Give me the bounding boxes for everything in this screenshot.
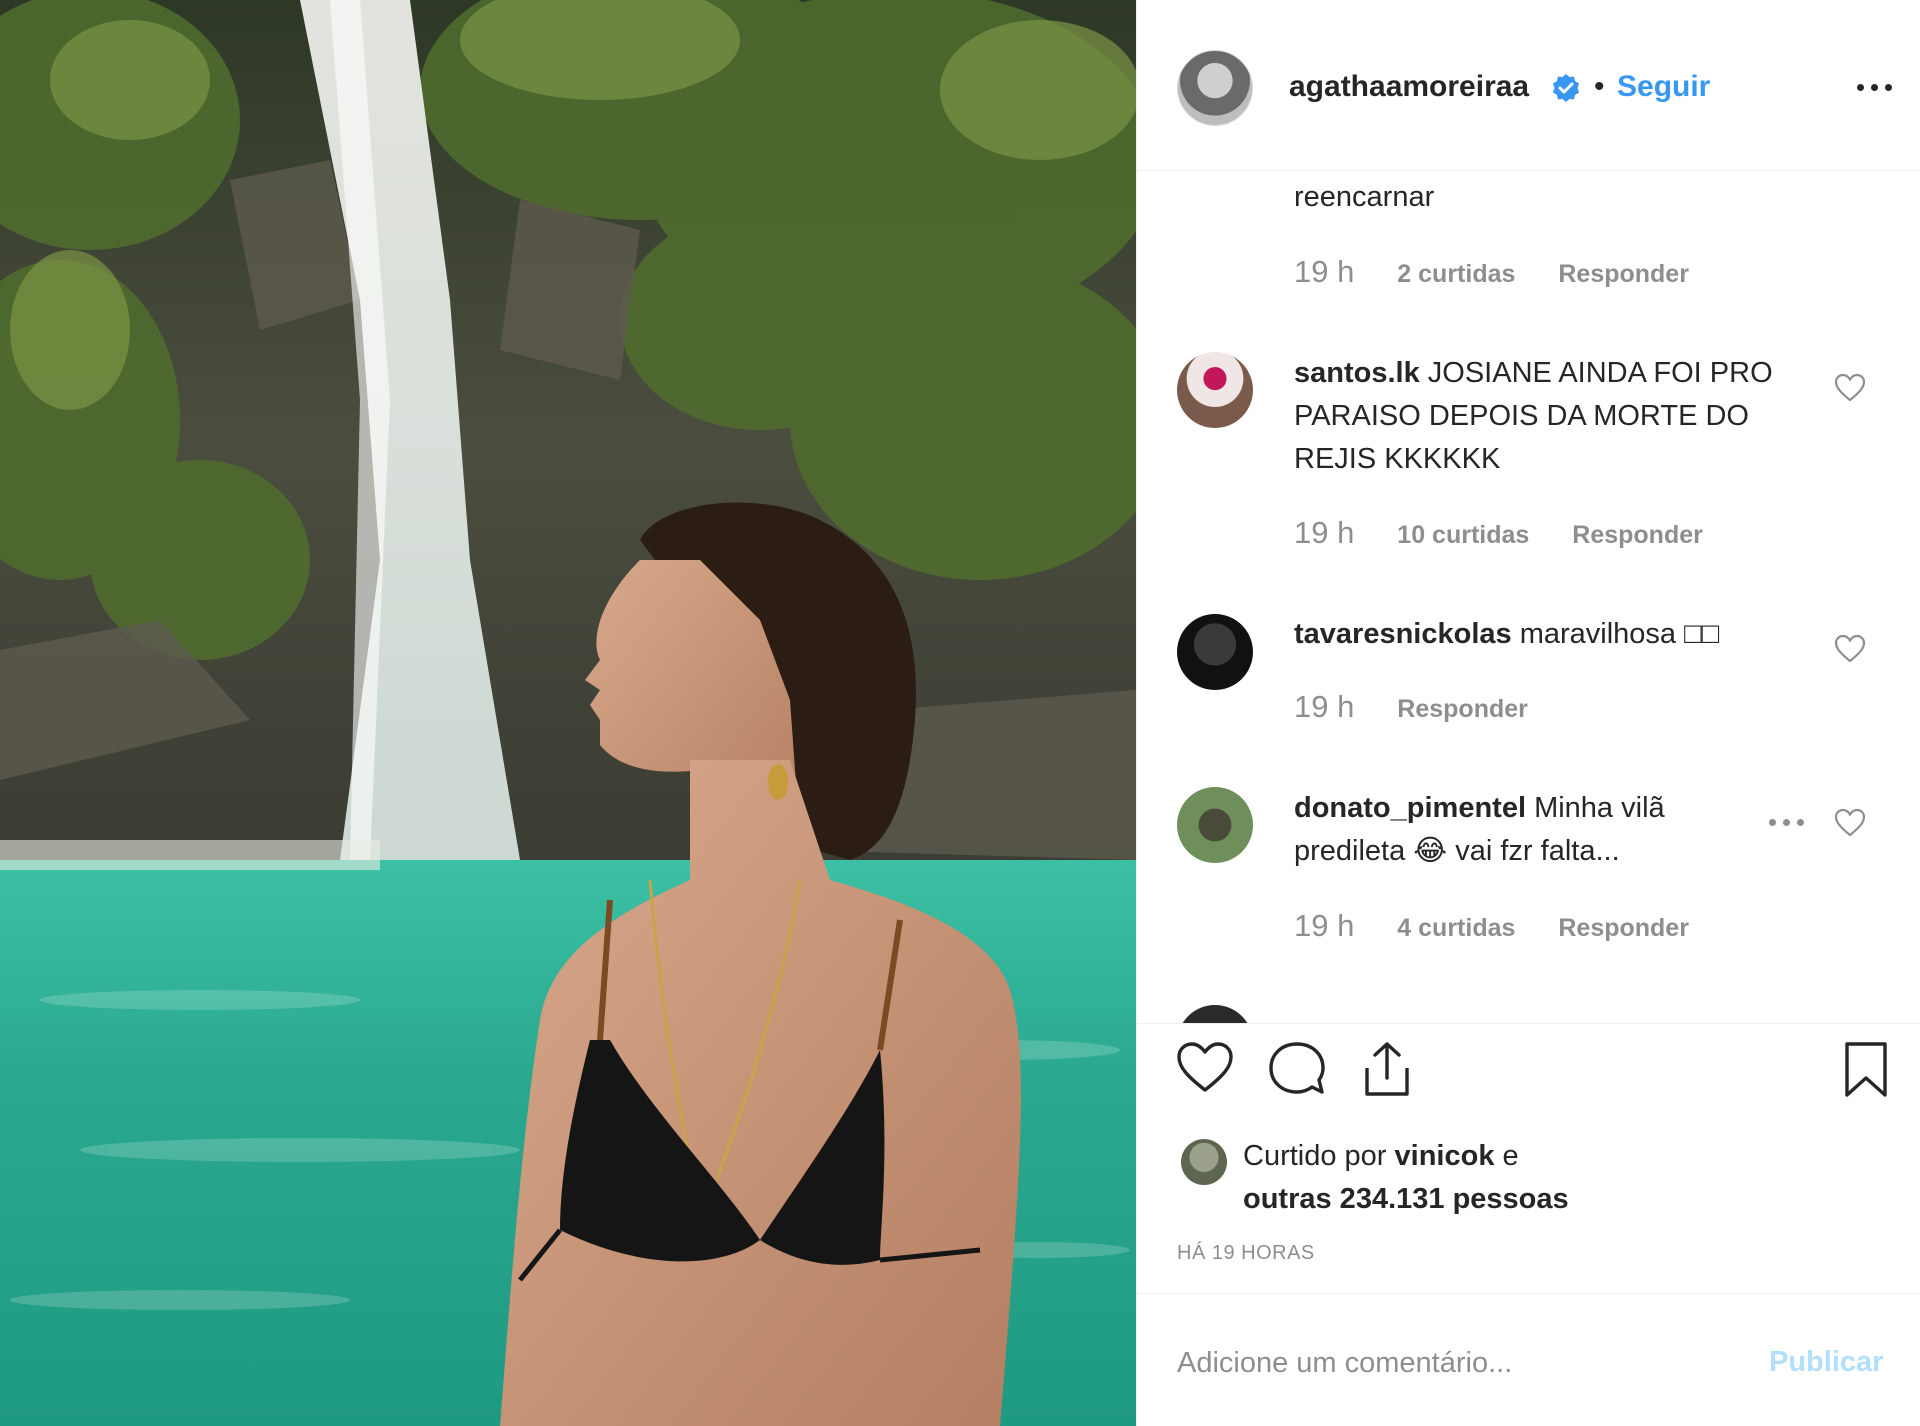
likes-summary[interactable]: Curtido por vinicok e outras 234.131 pes…	[1243, 1135, 1569, 1221]
liker-username[interactable]: vinicok	[1395, 1140, 1495, 1172]
likes-prefix: Curtido por	[1243, 1140, 1387, 1172]
post-header: agathaamoreiraa • Seguir	[1137, 0, 1920, 171]
commenter-avatar[interactable]	[1177, 614, 1253, 690]
author-avatar[interactable]	[1177, 50, 1253, 126]
comment-time[interactable]: 19 h	[1294, 254, 1354, 289]
post-time-ago[interactable]: HÁ 19 HORAS	[1177, 1242, 1315, 1265]
follow-button[interactable]: Seguir	[1617, 70, 1710, 104]
comment-meta: 19 h 4 curtidas Responder	[1294, 908, 1725, 944]
comment-text: reencarnar	[1294, 181, 1435, 213]
comment-time[interactable]: 19 h	[1294, 908, 1354, 943]
photo-illustration	[0, 0, 1136, 1426]
comment-icon[interactable]	[1267, 1040, 1327, 1098]
post-photo	[0, 0, 1136, 1426]
likes-others[interactable]: outras 234.131 pessoas	[1243, 1183, 1569, 1215]
comment-meta: 19 h Responder	[1294, 689, 1564, 725]
commenter-avatar[interactable]	[1177, 352, 1253, 428]
reply-button[interactable]: Responder	[1558, 260, 1689, 288]
comment-likes[interactable]: 10 curtidas	[1397, 521, 1529, 549]
comment-likes[interactable]: 4 curtidas	[1397, 914, 1515, 942]
share-icon[interactable]	[1359, 1040, 1415, 1100]
comment-time[interactable]: 19 h	[1294, 689, 1354, 724]
comment-body: tavaresnickolas maravilhosa □□	[1294, 613, 1774, 656]
comment-meta: 19 h 2 curtidas Responder	[1294, 254, 1725, 290]
add-comment-section: Publicar	[1137, 1293, 1920, 1426]
comment-options-icon[interactable]	[1767, 819, 1809, 829]
verified-badge-icon	[1553, 74, 1579, 102]
liker-avatar[interactable]	[1181, 1139, 1227, 1185]
reply-button[interactable]: Responder	[1572, 521, 1703, 549]
separator-dot: •	[1594, 70, 1605, 103]
comment-meta: 19 h 10 curtidas Responder	[1294, 515, 1739, 551]
commenter-username[interactable]: santos.lk	[1294, 357, 1420, 389]
comment-body: donato_pimentel Minha vilã predileta 😂 v…	[1294, 787, 1774, 873]
post-side-panel: agathaamoreiraa • Seguir reencarnar 19 h…	[1136, 0, 1920, 1426]
comment-text: maravilhosa □□	[1519, 618, 1720, 650]
comment-body: santos.lk JOSIANE AINDA FOI PRO PARAISO …	[1294, 352, 1774, 481]
commenter-avatar[interactable]	[1177, 787, 1253, 863]
comments-list[interactable]: reencarnar 19 h 2 curtidas Responder san…	[1137, 171, 1920, 1023]
likes-connector: e	[1502, 1140, 1519, 1172]
heart-icon[interactable]	[1175, 1040, 1235, 1096]
heart-icon[interactable]	[1834, 373, 1866, 403]
commenter-avatar[interactable]	[1177, 1005, 1253, 1023]
commenter-username[interactable]: donato_pimentel	[1294, 792, 1526, 824]
publish-button[interactable]: Publicar	[1769, 1346, 1883, 1379]
bookmark-icon[interactable]	[1841, 1040, 1891, 1100]
comment-time[interactable]: 19 h	[1294, 515, 1354, 550]
more-options-icon[interactable]	[1851, 70, 1901, 104]
comment-likes[interactable]: 2 curtidas	[1397, 260, 1515, 288]
heart-icon[interactable]	[1834, 808, 1866, 838]
heart-icon[interactable]	[1834, 634, 1866, 664]
author-username[interactable]: agathaamoreiraa	[1289, 70, 1529, 104]
reply-button[interactable]: Responder	[1558, 914, 1689, 942]
reply-button[interactable]: Responder	[1397, 695, 1528, 723]
comment-input[interactable]	[1175, 1340, 1739, 1386]
commenter-username[interactable]: tavaresnickolas	[1294, 618, 1512, 650]
